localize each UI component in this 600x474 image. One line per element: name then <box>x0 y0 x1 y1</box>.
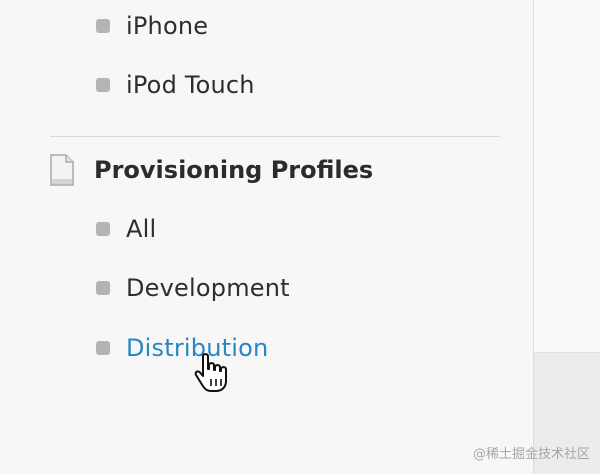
sidebar-item-label: iPod Touch <box>126 71 255 99</box>
sidebar: iPhone iPod Touch Provisioning Profiles … <box>0 0 534 474</box>
app-window: iPhone iPod Touch Provisioning Profiles … <box>0 0 600 474</box>
sidebar-item-development[interactable]: Development <box>96 268 290 308</box>
section-divider <box>50 136 500 137</box>
bullet-icon <box>96 341 110 355</box>
sidebar-item-distribution[interactable]: Distribution <box>96 328 268 368</box>
document-icon <box>50 154 74 186</box>
sidebar-item-label: Development <box>126 274 290 302</box>
watermark: @稀土掘金技术社区 <box>472 447 590 462</box>
sidebar-item-label: All <box>126 215 157 243</box>
provisioning-profiles-header[interactable]: Provisioning Profiles <box>48 150 373 190</box>
section-title: Provisioning Profiles <box>94 156 374 184</box>
sidebar-item-iphone[interactable]: iPhone <box>96 6 208 46</box>
sidebar-item-ipod-touch[interactable]: iPod Touch <box>96 65 255 105</box>
content-pane <box>534 0 600 353</box>
bullet-icon <box>96 222 110 236</box>
sidebar-item-all[interactable]: All <box>96 209 156 249</box>
hand-pointer-icon <box>194 353 227 392</box>
sidebar-item-label: iPhone <box>126 12 209 40</box>
bullet-icon <box>96 78 110 92</box>
bullet-icon <box>96 281 110 295</box>
bullet-icon <box>96 19 110 33</box>
